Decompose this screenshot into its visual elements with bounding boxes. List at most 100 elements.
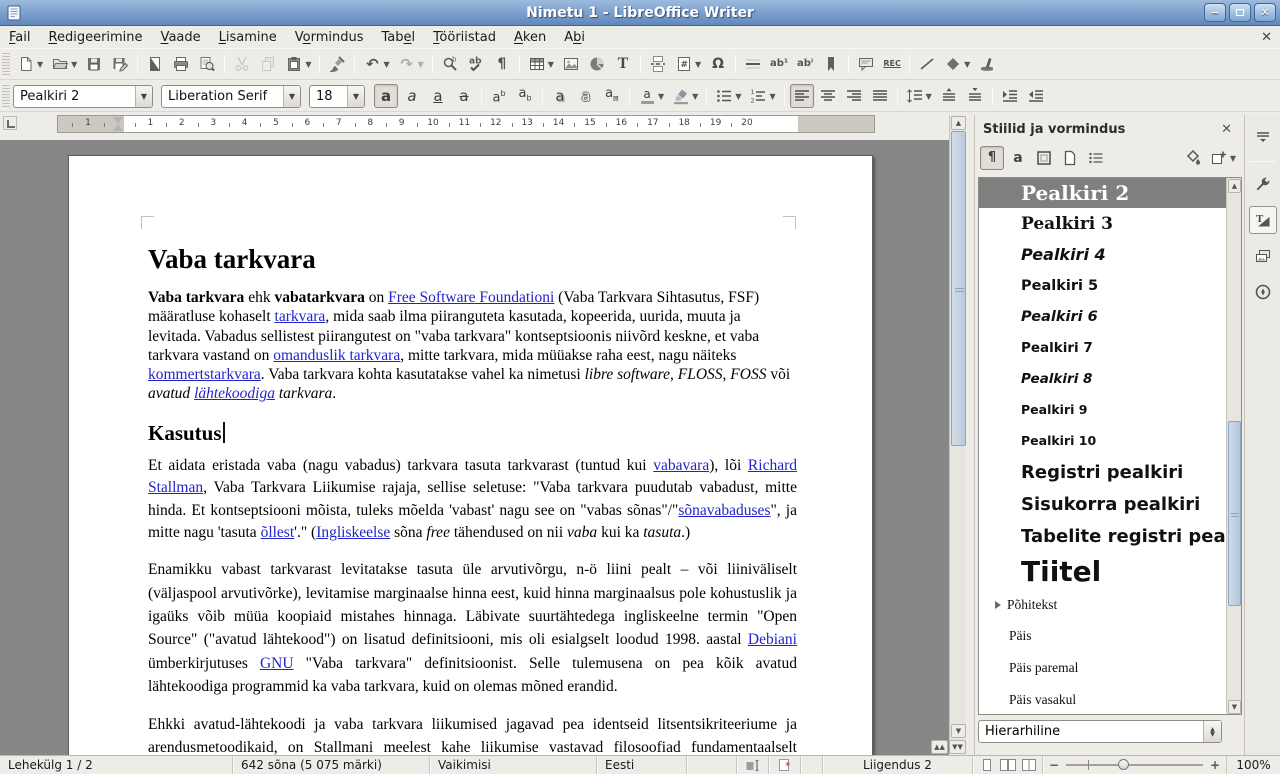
chevron-down-icon[interactable]: ▼ (347, 86, 364, 107)
sidebar-tab-styles-tab[interactable]: T (1249, 206, 1277, 234)
comment-button[interactable] (854, 52, 878, 76)
shadow-button[interactable]: a (548, 84, 572, 108)
menu-tabel[interactable]: Tabel (373, 29, 425, 46)
hyperlink[interactable]: tarkvara (275, 308, 326, 325)
menu-triistad[interactable]: Tööriistad (424, 29, 505, 46)
special-character-button[interactable]: Ω (706, 52, 730, 76)
hyperlink[interactable]: sõnavabaduses (678, 502, 770, 519)
style-list-scrollbar[interactable]: ▲ ▼ (1226, 178, 1241, 714)
chevron-down-icon[interactable]: ▼ (37, 60, 43, 69)
copy-button[interactable] (256, 52, 280, 76)
toolbar-grip[interactable] (2, 85, 10, 107)
hyperlink[interactable]: omanduslik tarkvara (273, 347, 400, 364)
open-button[interactable]: ▼ (48, 52, 80, 76)
chevron-down-icon[interactable]: ▼ (735, 92, 741, 101)
chevron-down-icon[interactable]: ▼ (1230, 154, 1236, 163)
hyperlink[interactable]: õllest (261, 524, 295, 541)
spinner-icon[interactable]: ▲▼ (1203, 721, 1221, 742)
clear-formatting-button[interactable]: a⊠ (600, 84, 624, 108)
previous-page-button[interactable]: ▲▲ (931, 740, 948, 754)
style-item-pealkiri-3[interactable]: Pealkiri 3 (979, 208, 1241, 239)
style-item-pealkiri-7[interactable]: Pealkiri 7 (979, 332, 1241, 363)
increase-indent-button[interactable] (998, 84, 1022, 108)
superscript-button[interactable]: ab (487, 84, 511, 108)
zoom-out-button[interactable]: − (1049, 758, 1059, 772)
spellcheck-button[interactable]: ab (464, 52, 488, 76)
fill-format-button[interactable] (1181, 146, 1205, 170)
page-number-status[interactable]: Lehekülg 1 / 2 (0, 756, 233, 774)
endnote-button[interactable]: abⁱ (793, 52, 817, 76)
draw-line-button[interactable] (915, 52, 939, 76)
page-break-button[interactable] (646, 52, 670, 76)
style-item-tiitel[interactable]: Tiitel (979, 552, 1241, 590)
document-text[interactable]: Vaba tarkvaraVaba tarkvara ehk vabatarkv… (148, 244, 797, 755)
multi-page-view-button[interactable] (999, 756, 1017, 774)
page-style-status[interactable]: Vaikimisi (430, 756, 597, 774)
sidebar-tab-gallery[interactable] (1249, 242, 1277, 270)
font-size-combobox[interactable]: 18 ▼ (309, 85, 365, 108)
scroll-down-button[interactable]: ▼ (951, 724, 966, 738)
insert-field-button[interactable]: #▼ (672, 52, 704, 76)
font-color-button[interactable]: a▼ (635, 84, 667, 108)
basic-shapes-button[interactable]: ▼ (941, 52, 973, 76)
word-count-status[interactable]: 642 sõna (5 075 märki) (233, 756, 430, 774)
chevron-down-icon[interactable]: ▼ (926, 92, 932, 101)
insert-image-button[interactable] (559, 52, 583, 76)
style-strike-button[interactable]: a (452, 84, 476, 108)
save-as-button[interactable] (108, 52, 132, 76)
find-replace-button[interactable]: b (438, 52, 462, 76)
style-item-p-is-vasakul[interactable]: Päis vasakul (979, 684, 1241, 715)
menu-lisamine[interactable]: Lisamine (210, 29, 286, 46)
menu-redigeerimine[interactable]: Redigeerimine (40, 29, 152, 46)
paragraph-space-increase-button[interactable] (937, 84, 961, 108)
document-area[interactable]: Vaba tarkvaraVaba tarkvara ehk vabatarkv… (0, 140, 949, 755)
document-vertical-scrollbar[interactable]: ▲ ▼ (949, 115, 966, 740)
align-center-button[interactable] (816, 84, 840, 108)
style-item-registri-pealkiri[interactable]: Registri pealkiri (979, 456, 1241, 488)
horizontal-ruler[interactable]: 11234567891011121314151617181920 (57, 115, 875, 133)
title-bar[interactable]: Nimetu 1 - LibreOffice Writer − ✕ (0, 0, 1280, 26)
sidebar-tab-properties[interactable] (1249, 170, 1277, 198)
chevron-down-icon[interactable]: ▼ (418, 60, 424, 69)
style-item-pealkiri-8[interactable]: Pealkiri 8 (979, 363, 1241, 394)
highlighting-button[interactable]: ▼ (669, 84, 701, 108)
tab-stop-selector[interactable] (3, 116, 17, 130)
footnote-button[interactable]: ab¹ (767, 52, 791, 76)
paragraph-styles-button[interactable]: ¶ (980, 146, 1004, 170)
list-styles-button[interactable] (1084, 146, 1108, 170)
sidebar-menu-button[interactable] (1249, 123, 1277, 151)
zoom-slider[interactable]: − + (1043, 756, 1226, 774)
close-button[interactable]: ✕ (1254, 3, 1276, 22)
insert-chart-button[interactable] (585, 52, 609, 76)
paragraph-style-combobox[interactable]: Pealkiri 2 ▼ (13, 85, 153, 108)
chevron-down-icon[interactable]: ▼ (283, 86, 300, 107)
style-item-p-is[interactable]: Päis (979, 620, 1241, 652)
style-italic-button[interactable]: a (400, 84, 424, 108)
numbered-list-button[interactable]: 12▼ (746, 84, 778, 108)
hyperlink[interactable]: Debiani (748, 631, 797, 648)
chevron-down-icon[interactable]: ▼ (135, 86, 152, 107)
chevron-down-icon[interactable]: ▼ (383, 60, 389, 69)
style-item-sisukorra-pealkiri[interactable]: Sisukorra pealkiri (979, 488, 1241, 520)
style-bold-button[interactable]: a (374, 84, 398, 108)
book-view-button[interactable] (1020, 756, 1038, 774)
style-item-p-is-paremal[interactable]: Päis paremal (979, 652, 1241, 684)
new-document-button[interactable]: ▼ (14, 52, 46, 76)
outline-status[interactable]: Liigendus 2 (823, 756, 973, 774)
expander-icon[interactable] (995, 601, 1001, 609)
clone-formatting-button[interactable] (325, 52, 349, 76)
document-page[interactable]: Vaba tarkvaraVaba tarkvara ehk vabatarkv… (68, 155, 873, 755)
scroll-up-button[interactable]: ▲ (1228, 179, 1241, 193)
hyperlink[interactable]: kommertstarkvara (148, 366, 261, 383)
chevron-down-icon[interactable]: ▼ (548, 60, 554, 69)
style-item-pealkiri-9[interactable]: Pealkiri 9 (979, 394, 1241, 425)
close-document-button[interactable]: ✕ (1261, 30, 1272, 45)
menu-vaade[interactable]: Vaade (152, 29, 210, 46)
style-item-pealkiri-2[interactable]: Pealkiri 2 (979, 178, 1241, 208)
style-filter-combobox[interactable]: Hierarhiline ▲▼ (978, 720, 1222, 743)
panel-close-button[interactable]: ✕ (1217, 122, 1236, 137)
line-spacing-button[interactable]: ▼ (903, 84, 935, 108)
paste-button[interactable]: ▼ (282, 52, 314, 76)
align-right-button[interactable] (842, 84, 866, 108)
chevron-down-icon[interactable]: ▼ (964, 60, 970, 69)
